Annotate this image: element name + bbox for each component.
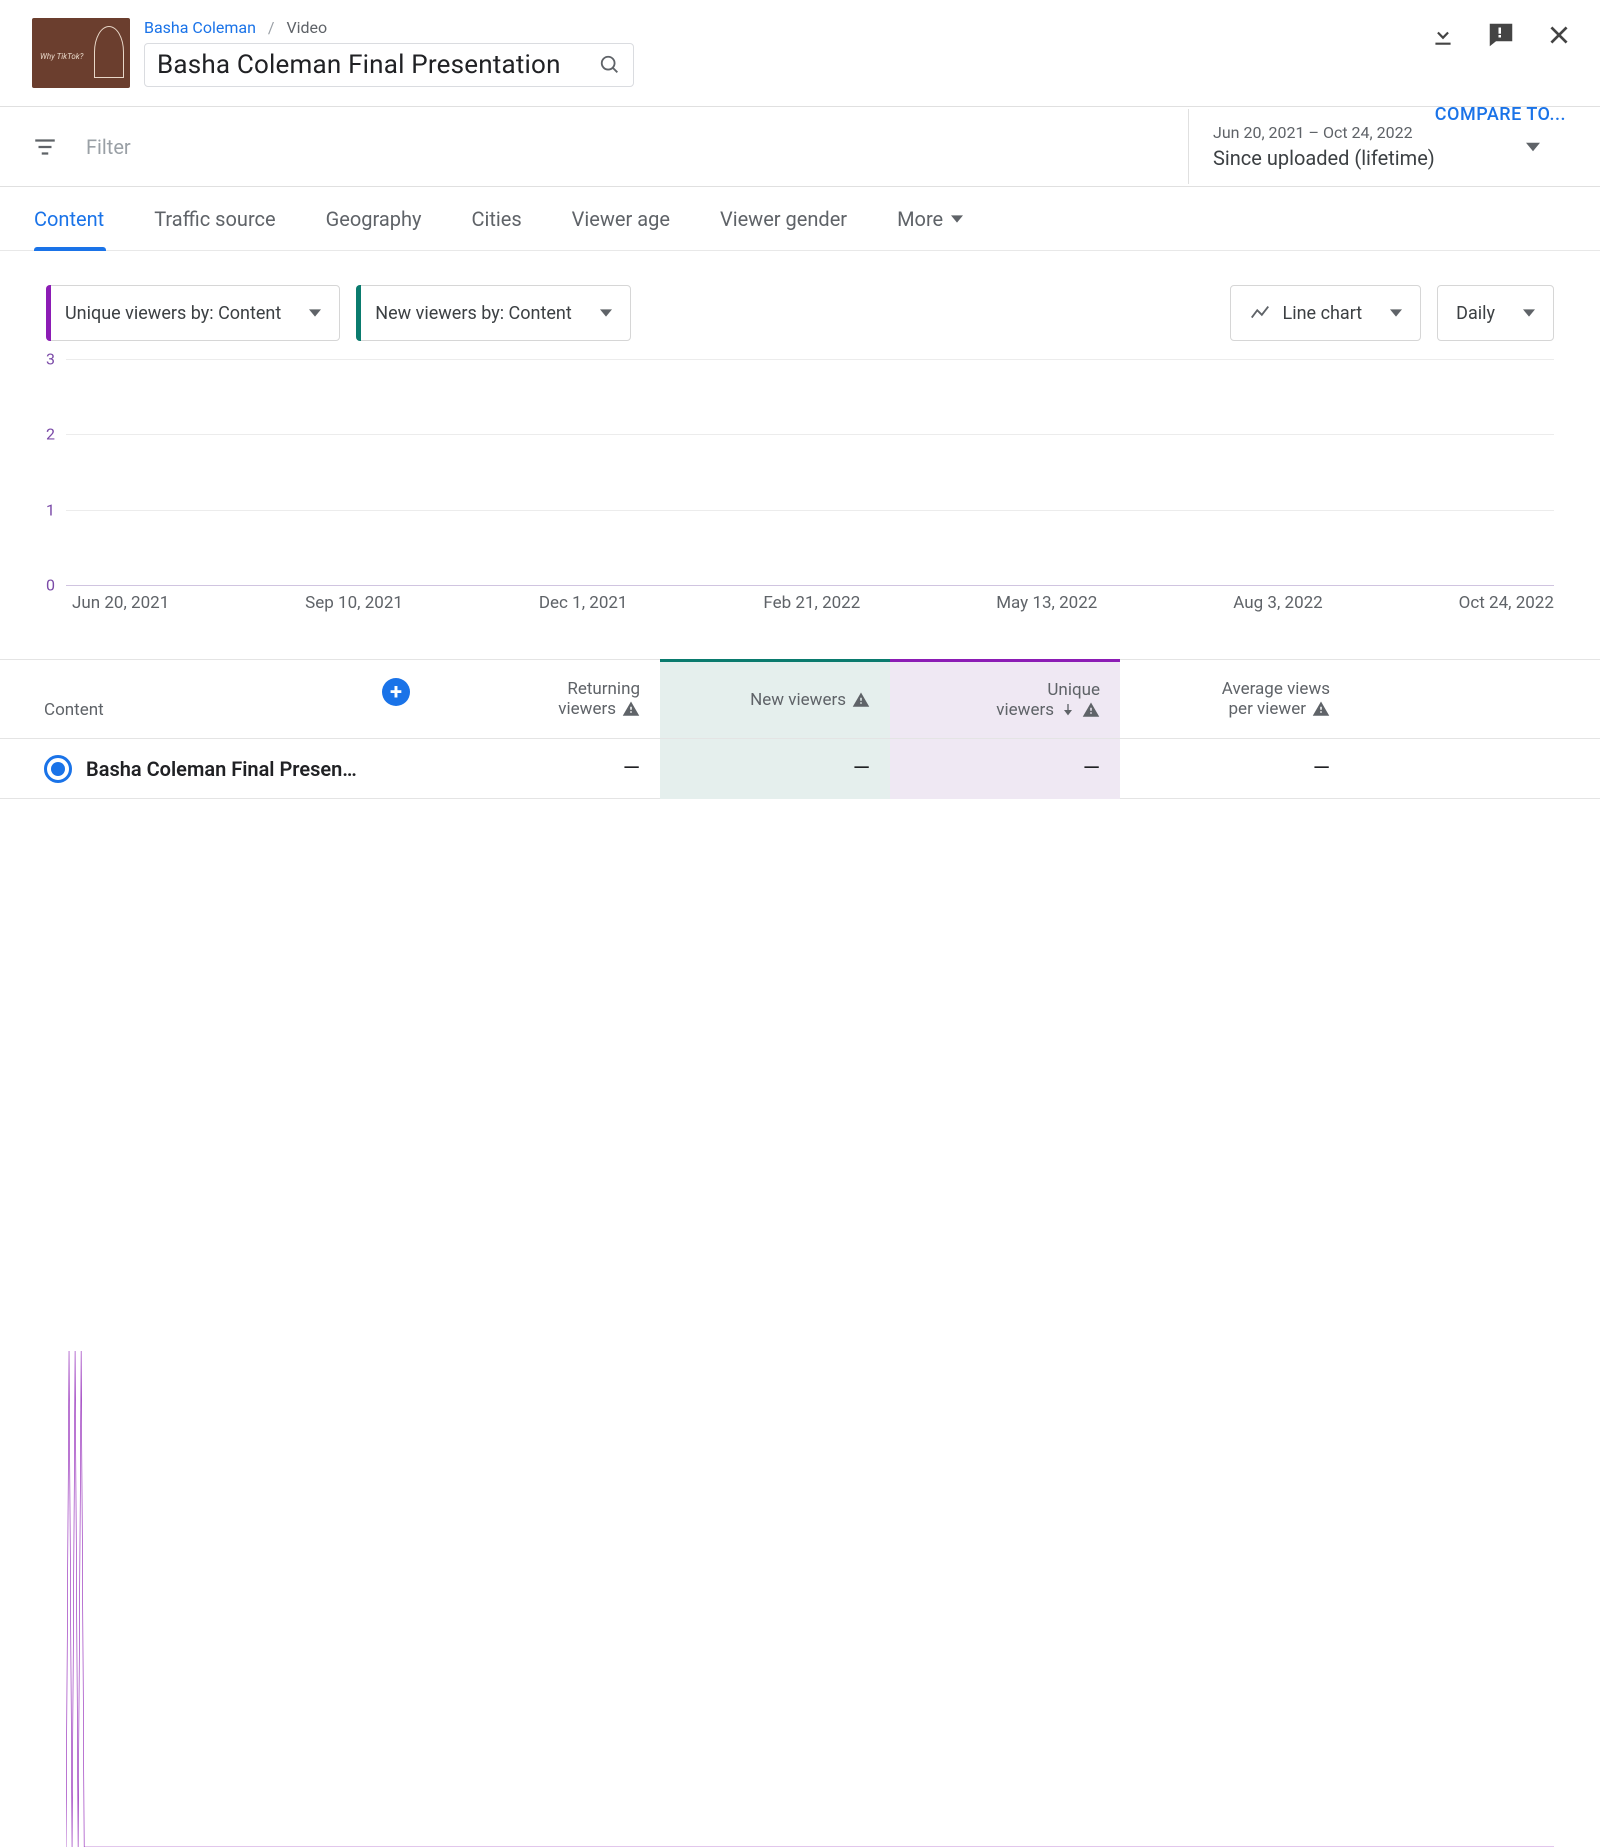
search-icon: [599, 54, 621, 76]
download-icon[interactable]: [1430, 22, 1456, 48]
tab-more[interactable]: More: [897, 187, 963, 250]
chevron-down-icon: [1523, 307, 1535, 319]
title-area: Basha Coleman / Video Basha Coleman Fina…: [144, 18, 1430, 87]
tab-cities[interactable]: Cities: [471, 187, 521, 250]
header-bar: Why TikTok? Basha Coleman / Video Basha …: [0, 0, 1600, 107]
line-chart[interactable]: 0123: [66, 359, 1554, 585]
date-preset-text: Since uploaded (lifetime): [1213, 146, 1526, 170]
tab-viewer-age[interactable]: Viewer age: [572, 187, 670, 250]
metric-color-swatch: [46, 285, 51, 341]
tab-content[interactable]: Content: [34, 187, 104, 250]
chevron-down-icon: [309, 307, 321, 319]
metric-selector-2[interactable]: New viewers by: Content: [356, 285, 630, 341]
warning-icon: [1312, 700, 1330, 718]
chart-type-selector[interactable]: Line chart: [1230, 285, 1422, 341]
top-icon-bar: [1430, 18, 1572, 50]
chart-plot: [66, 359, 1554, 1847]
add-metric-button[interactable]: +: [382, 678, 410, 706]
chevron-down-icon: [951, 213, 963, 225]
warning-icon: [622, 700, 640, 718]
breadcrumb-channel-link[interactable]: Basha Coleman: [144, 18, 256, 37]
compare-to-button[interactable]: COMPARE TO...: [1435, 104, 1566, 125]
tab-traffic-source[interactable]: Traffic source: [154, 187, 275, 250]
tab-viewer-gender[interactable]: Viewer gender: [720, 187, 847, 250]
warning-icon: [852, 691, 870, 709]
page-title: Basha Coleman Final Presentation: [157, 50, 589, 80]
table-header-new[interactable]: New viewers: [660, 659, 890, 738]
close-icon[interactable]: [1546, 22, 1572, 48]
table-header-avg[interactable]: Average views per viewer: [1120, 660, 1350, 738]
chevron-down-icon: [1390, 307, 1402, 319]
tab-geography[interactable]: Geography: [326, 187, 422, 250]
filter-icon[interactable]: [32, 134, 58, 160]
breadcrumb: Basha Coleman / Video: [144, 18, 1430, 37]
feedback-icon[interactable]: [1486, 20, 1516, 50]
chevron-down-icon: [1526, 140, 1540, 154]
filter-bar: Filter Jun 20, 2021 – Oct 24, 2022 Since…: [0, 107, 1600, 187]
video-thumbnail[interactable]: Why TikTok?: [32, 18, 130, 88]
table-header-returning[interactable]: Returning viewers: [430, 660, 660, 738]
warning-icon: [1082, 701, 1100, 719]
line-chart-icon: [1249, 302, 1271, 324]
chart-controls: Unique viewers by: Content New viewers b…: [0, 251, 1600, 359]
dimension-tabs: Content Traffic source Geography Cities …: [0, 187, 1600, 251]
table-header-unique[interactable]: Unique viewers: [890, 659, 1120, 738]
table-header-content: Content +: [0, 660, 430, 738]
filter-input[interactable]: Filter: [86, 135, 131, 159]
breadcrumb-tail: Video: [286, 18, 327, 37]
title-search-box[interactable]: Basha Coleman Final Presentation: [144, 43, 634, 87]
metric-selector-1[interactable]: Unique viewers by: Content: [46, 285, 340, 341]
granularity-selector[interactable]: Daily: [1437, 285, 1554, 341]
metric-color-swatch: [356, 285, 361, 341]
date-range-text: Jun 20, 2021 – Oct 24, 2022: [1213, 123, 1526, 142]
sort-down-icon: [1060, 702, 1076, 718]
chart-area: 0123 Jun 20, 2021Sep 10, 2021Dec 1, 2021…: [0, 359, 1600, 629]
chevron-down-icon: [600, 307, 612, 319]
